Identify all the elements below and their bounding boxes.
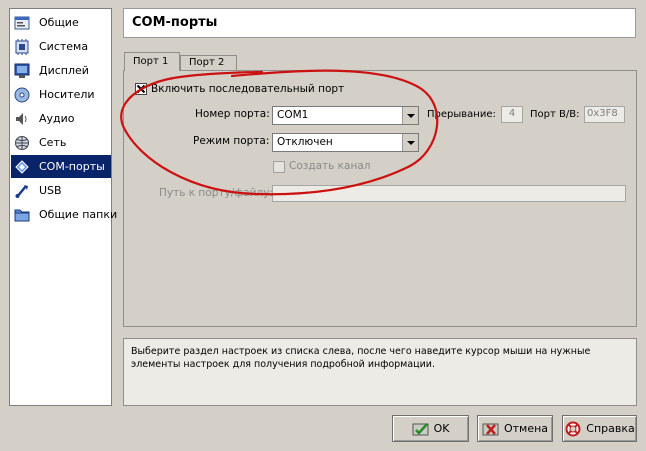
network-icon xyxy=(15,135,29,150)
help-lifebuoy-icon xyxy=(565,421,581,436)
chevron-down-icon[interactable] xyxy=(402,134,418,151)
cancel-button[interactable]: Отмена xyxy=(477,415,553,442)
sidebar-item-usb[interactable]: USB xyxy=(11,179,111,202)
display-monitor-icon xyxy=(14,63,30,78)
sidebar-item-label: Общие xyxy=(39,16,79,29)
port-number-label: Номер порта: xyxy=(195,108,270,120)
sidebar-item-storage[interactable]: Носители xyxy=(11,83,111,106)
io-port-label: Порт В/В: xyxy=(530,109,580,120)
ok-button-label: OK xyxy=(433,422,450,435)
port-mode-combo[interactable]: Отключен xyxy=(272,133,419,152)
sidebar-item-label: Носители xyxy=(39,88,95,101)
irq-field[interactable]: 4 xyxy=(501,106,523,123)
sidebar-item-shared-folders[interactable]: Общие папки xyxy=(11,203,117,226)
tab-label: Порт 1 xyxy=(133,56,169,67)
sidebar-item-general[interactable]: Общие xyxy=(11,11,111,34)
sidebar-item-audio[interactable]: Аудио xyxy=(11,107,111,130)
info-description-box: Выберите раздел настроек из списка слева… xyxy=(123,338,637,406)
usb-icon xyxy=(15,184,28,198)
sidebar-item-label: Система xyxy=(39,40,89,53)
sidebar-item-label: USB xyxy=(39,184,62,197)
create-pipe-label: Создать канал xyxy=(289,160,371,172)
port-mode-value: Отключен xyxy=(277,136,333,148)
sidebar-item-display[interactable]: Дисплей xyxy=(11,59,111,82)
help-button[interactable]: Справка xyxy=(562,415,637,442)
info-text: Выберите раздел настроек из списка слева… xyxy=(131,346,591,370)
port-path-input[interactable] xyxy=(272,185,626,202)
tab-port-1[interactable]: Порт 1 xyxy=(124,52,180,71)
general-settings-icon xyxy=(14,16,30,29)
enable-serial-port-checkbox[interactable] xyxy=(135,83,147,95)
page-title-box: COM-порты xyxy=(123,8,636,38)
enable-serial-port-label: Включить последовательный порт xyxy=(151,83,345,95)
audio-speaker-icon xyxy=(16,112,27,125)
system-chip-icon xyxy=(15,38,29,55)
sidebar-item-label: COM-порты xyxy=(39,160,105,173)
sidebar-item-label: Сеть xyxy=(39,136,67,149)
cancel-x-icon xyxy=(482,423,499,435)
sidebar-item-network[interactable]: Сеть xyxy=(11,131,111,154)
settings-category-list[interactable]: Общие Система Дисплей Носители Аудио Сет… xyxy=(9,8,117,406)
shared-folder-icon xyxy=(14,209,30,221)
cancel-button-label: Отмена xyxy=(503,422,549,435)
ok-check-icon xyxy=(412,422,429,435)
port-number-value: COM1 xyxy=(277,109,309,121)
ok-button[interactable]: OK xyxy=(392,415,469,442)
serial-port-icon xyxy=(15,159,29,174)
create-pipe-checkbox[interactable] xyxy=(273,161,285,173)
page-title: COM-порты xyxy=(132,15,218,30)
sidebar-item-com-ports[interactable]: COM-порты xyxy=(11,155,111,178)
chevron-down-icon[interactable] xyxy=(402,107,418,124)
irq-label: Прерывание: xyxy=(427,109,496,120)
sidebar-item-label: Дисплей xyxy=(39,64,89,77)
help-button-label: Справка xyxy=(586,422,635,435)
tab-port-2[interactable]: Порт 2 xyxy=(180,55,237,71)
storage-disk-icon xyxy=(14,87,30,102)
io-port-value: 0x3F8 xyxy=(587,108,618,119)
sidebar-item-label: Общие папки xyxy=(39,208,118,221)
tab-label: Порт 2 xyxy=(189,57,225,68)
io-port-field[interactable]: 0x3F8 xyxy=(584,106,625,123)
sidebar-item-label: Аудио xyxy=(39,112,75,125)
port-mode-label: Режим порта: xyxy=(193,135,270,147)
port-number-combo[interactable]: COM1 xyxy=(272,106,419,125)
checkmark-x-icon xyxy=(136,84,146,94)
irq-value: 4 xyxy=(508,108,516,119)
port-path-label: Путь к порту/файлу: xyxy=(159,187,273,199)
sidebar-item-system[interactable]: Система xyxy=(11,35,111,58)
